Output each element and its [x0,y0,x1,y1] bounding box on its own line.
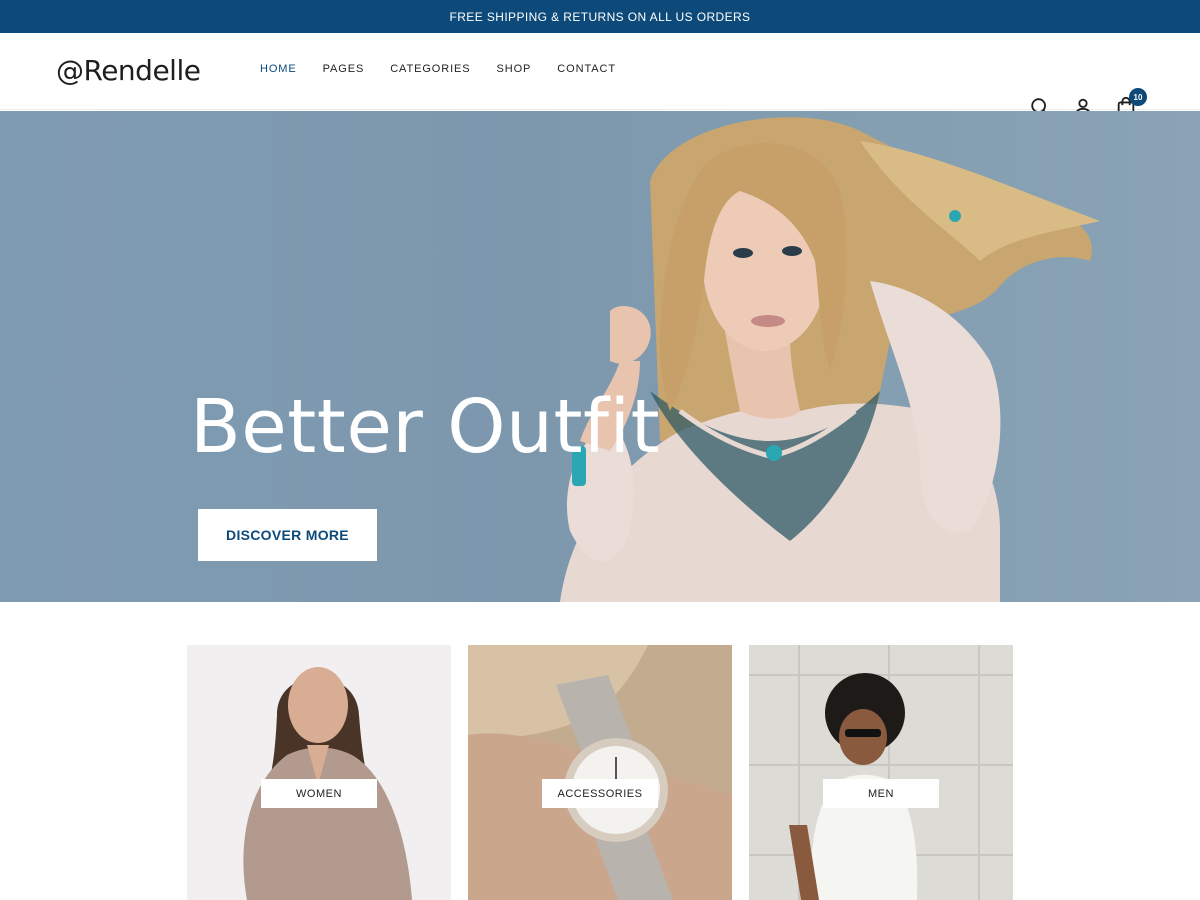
hero-model-image [560,117,1100,602]
cart-count-badge: 10 [1129,88,1147,106]
main-nav: HOME PAGES CATEGORIES SHOP CONTACT [260,63,616,75]
announcement-text: FREE SHIPPING & RETURNS ON ALL US ORDERS [449,9,751,24]
nav-contact[interactable]: CONTACT [557,63,616,75]
category-label-accessories: ACCESSORIES [542,779,658,808]
site-header: @Rendelle HOME PAGES CATEGORIES SHOP CON… [0,33,1200,117]
nav-pages[interactable]: PAGES [323,63,365,75]
category-tile-women[interactable]: WOMEN [187,645,451,900]
nav-categories[interactable]: CATEGORIES [390,63,470,75]
nav-shop[interactable]: SHOP [497,63,532,75]
hero-title: Better Outfit [190,384,661,470]
men-category-image [749,645,1013,900]
women-category-image [187,645,451,900]
accessories-category-image [468,645,732,900]
site-logo[interactable]: @Rendelle [56,54,201,87]
category-tile-accessories[interactable]: ACCESSORIES [468,645,732,900]
category-label-men: MEN [823,779,939,808]
hero-banner: Better Outfit DISCOVER MORE [0,111,1200,602]
discover-more-button[interactable]: DISCOVER MORE [198,509,377,561]
category-label-women: WOMEN [261,779,377,808]
nav-home[interactable]: HOME [260,63,297,75]
category-tile-men[interactable]: MEN [749,645,1013,900]
announcement-bar: FREE SHIPPING & RETURNS ON ALL US ORDERS [0,0,1200,33]
